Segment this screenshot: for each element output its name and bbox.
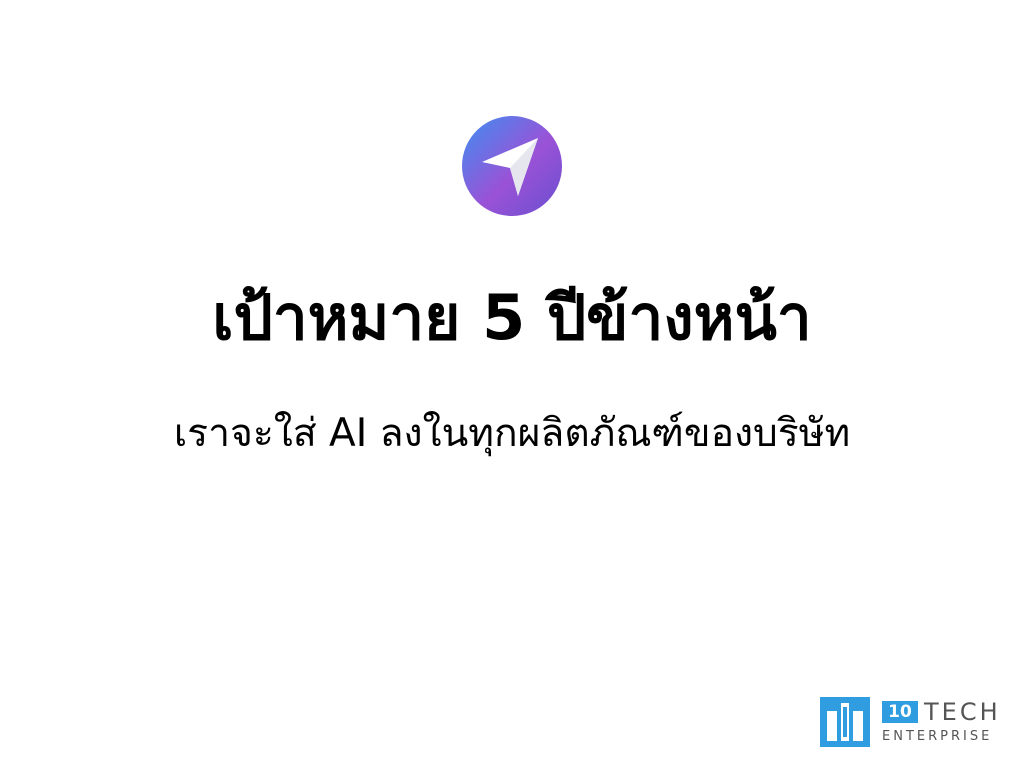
slide-title: เป้าหมาย 5 ปีข้างหน้า [212, 281, 812, 354]
brand-badge: 10 [882, 701, 918, 723]
iotech-logo-mark-icon [820, 697, 870, 747]
slide: เป้าหมาย 5 ปีข้างหน้า เราจะใส่ AI ลงในทุ… [0, 0, 1024, 768]
send-arrow-icon [462, 116, 562, 216]
brand-logo: 10 TECH ENTERPRISE [820, 697, 1010, 749]
slide-subtitle: เราจะใส่ AI ลงในทุกผลิตภัณฑ์ของบริษัท [173, 411, 851, 456]
brand-name: TECH [924, 698, 1001, 726]
brand-tagline: ENTERPRISE [882, 729, 993, 744]
